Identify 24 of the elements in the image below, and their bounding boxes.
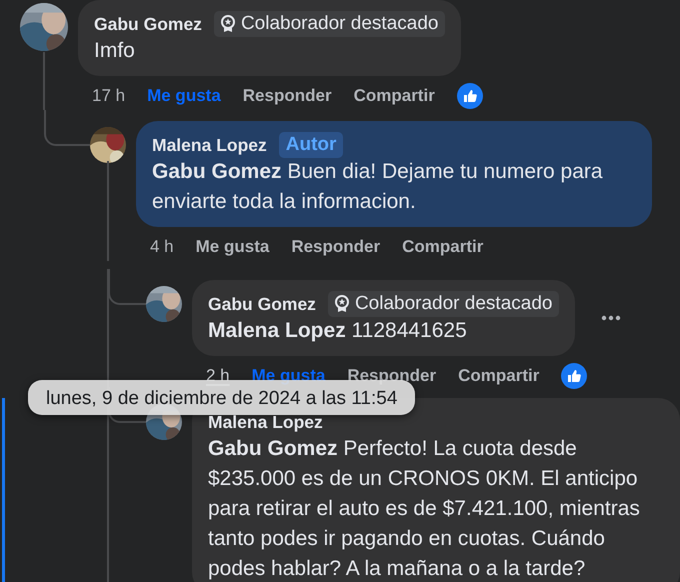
medal-icon <box>334 295 349 313</box>
badge-label: Colaborador destacado <box>240 13 438 35</box>
author-name[interactable]: Gabu Gomez <box>94 14 202 34</box>
like-reaction-icon[interactable] <box>561 363 588 389</box>
timestamp-link[interactable]: 4 h <box>150 237 174 257</box>
share-link[interactable]: Compartir <box>458 366 540 386</box>
author-name[interactable]: Malena Lopez <box>152 134 267 156</box>
date-tooltip: lunes, 9 de diciembre de 2024 a las 11:54 <box>28 380 416 415</box>
comment-text: Malena Lopez 1128441625 <box>208 318 468 344</box>
badge-label: Autor <box>286 134 336 156</box>
timestamp-link[interactable]: 17 h <box>92 86 126 106</box>
more-icon[interactable] <box>601 315 622 321</box>
share-link[interactable]: Compartir <box>354 86 435 106</box>
author-name[interactable]: Gabu Gomez <box>208 294 316 314</box>
share-link[interactable]: Compartir <box>402 237 484 257</box>
badge-label: Colaborador destacado <box>354 293 552 315</box>
comment-text: Gabu Gomez Perfecto! La cuota desde $235.000 es de un CRONOS 0KM. El anticipo para retirar el auto es de $7.421.100, mientras tanto podes ir pagando en cuotas. Cuándo podes hablar? A la mañana o a la tarde? <box>208 436 641 582</box>
reply-link[interactable]: Responder <box>242 86 332 106</box>
comment-text: Gabu Gomez Buen dia! Dejame tu numero para enviarte toda la informacion. <box>152 159 604 215</box>
like-reaction-icon[interactable] <box>456 83 483 109</box>
like-link[interactable]: Me gusta <box>196 237 270 257</box>
comment-text: Imfo <box>94 38 136 64</box>
medal-icon <box>220 15 235 33</box>
reply-link[interactable]: Responder <box>291 237 380 257</box>
